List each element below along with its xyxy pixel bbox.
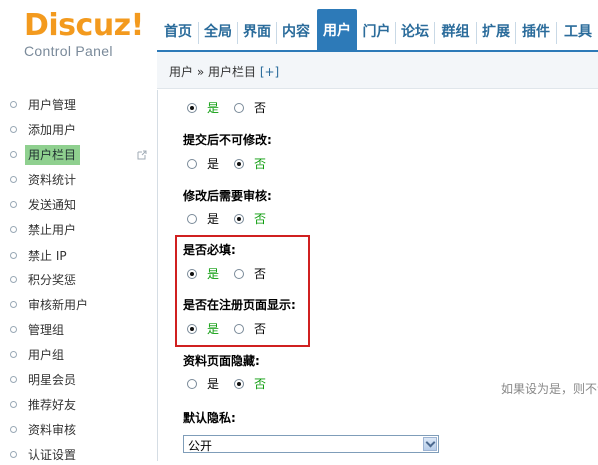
logo: Discuz! Control Panel xyxy=(24,8,144,60)
bullet-icon xyxy=(10,401,17,408)
highlight-box xyxy=(175,235,310,347)
sidebar-item-label: 管理组 xyxy=(28,323,65,337)
radio-no[interactable] xyxy=(234,103,244,113)
breadcrumb-bar: 用户 » 用户栏目 [+] xyxy=(157,50,598,89)
radio-no-label: 否 xyxy=(254,212,267,226)
sidebar-item-admin-group[interactable]: 管理组 xyxy=(10,320,155,340)
sidebar-item-label: 明星会员 xyxy=(28,373,77,387)
nav-forum[interactable]: 论坛 xyxy=(396,21,434,50)
sidebar: 用户管理 添加用户 用户栏目 资料统计 发送通知 禁止用户 禁止 IP 积分奖惩… xyxy=(0,90,157,462)
bullet-icon xyxy=(10,301,17,308)
radio-yes[interactable] xyxy=(187,159,197,169)
radio-no[interactable] xyxy=(234,379,244,389)
bullet-icon xyxy=(10,252,17,259)
bullet-icon xyxy=(10,276,17,283)
radio-yes-label: 是 xyxy=(207,101,220,115)
radio-no-label: 否 xyxy=(254,101,267,115)
sidebar-item-send-notice[interactable]: 发送通知 xyxy=(10,195,155,215)
radio-yes[interactable] xyxy=(187,214,197,224)
nav-portal[interactable]: 门户 xyxy=(358,21,395,50)
sidebar-item-label: 发送通知 xyxy=(28,198,77,212)
sidebar-item-review-new[interactable]: 审核新用户 xyxy=(10,295,155,315)
nav-global[interactable]: 全局 xyxy=(199,21,237,50)
bullet-icon xyxy=(10,351,17,358)
bullet-icon xyxy=(10,101,17,108)
nav-home[interactable]: 首页 xyxy=(158,21,198,50)
radio-no[interactable] xyxy=(234,159,244,169)
privacy-select[interactable]: 公开 xyxy=(183,435,439,453)
question-need-review: 修改后需要审核: xyxy=(183,189,272,203)
nav-user[interactable]: 用户 xyxy=(317,9,357,50)
sidebar-item-user-fields[interactable]: 用户栏目 xyxy=(10,145,155,165)
sidebar-item-label: 资料审核 xyxy=(28,423,77,437)
chevron-down-icon[interactable] xyxy=(423,437,437,451)
sidebar-item-add-user[interactable]: 添加用户 xyxy=(10,120,155,140)
sidebar-item-label: 用户栏目 xyxy=(25,145,81,165)
sidebar-item-label: 用户管理 xyxy=(28,98,77,112)
sidebar-item-profile-review[interactable]: 资料审核 xyxy=(10,420,155,440)
add-shortcut-link[interactable]: [+] xyxy=(260,65,279,79)
sidebar-item-label: 禁止用户 xyxy=(28,223,77,237)
sidebar-item-label: 认证设置 xyxy=(28,448,77,462)
nav-plugin[interactable]: 插件 xyxy=(516,21,556,50)
bullet-icon xyxy=(10,376,17,383)
hint-text: 如果设为是，则不该 xyxy=(501,382,598,396)
bullet-icon xyxy=(10,226,17,233)
logo-subtitle: Control Panel xyxy=(24,43,113,59)
logo-brand: Discuz! xyxy=(24,8,144,43)
privacy-select-value: 公开 xyxy=(188,439,213,453)
radio-yes-label: 是 xyxy=(207,377,220,391)
nav-interface[interactable]: 界面 xyxy=(238,21,276,50)
sidebar-item-ban-ip[interactable]: 禁止 IP xyxy=(10,246,155,266)
radio-no-label: 否 xyxy=(254,157,267,171)
sidebar-item-recommend-friend[interactable]: 推荐好友 xyxy=(10,395,155,415)
nav-group[interactable]: 群组 xyxy=(435,21,476,50)
breadcrumb-text: 用户 » 用户栏目 xyxy=(169,65,256,79)
radio-no[interactable] xyxy=(234,214,244,224)
sidebar-item-label: 推荐好友 xyxy=(28,398,77,412)
question-submit-readonly: 提交后不可修改: xyxy=(183,133,272,147)
bullet-icon xyxy=(10,201,17,208)
open-new-window-icon[interactable] xyxy=(137,150,147,160)
nav-divider xyxy=(556,22,557,44)
sidebar-item-label: 用户组 xyxy=(28,348,65,362)
header: Discuz! Control Panel 首页 全局 界面 内容 用户 门户 … xyxy=(0,0,598,59)
bullet-icon xyxy=(10,126,17,133)
sidebar-item-credits[interactable]: 积分奖惩 xyxy=(10,270,155,290)
radio-no-label: 否 xyxy=(254,377,267,391)
sidebar-item-user-group[interactable]: 用户组 xyxy=(10,345,155,365)
sidebar-item-label: 积分奖惩 xyxy=(28,273,77,287)
breadcrumb: 用户 » 用户栏目 [+] xyxy=(169,63,279,80)
question-hide-profile: 资料页面隐藏: xyxy=(183,354,260,368)
sidebar-item-label: 禁止 IP xyxy=(28,249,67,263)
radio-yes[interactable] xyxy=(187,103,197,113)
sidebar-item-user-manage[interactable]: 用户管理 xyxy=(10,95,155,115)
sidebar-item-label: 资料统计 xyxy=(28,173,77,187)
nav-extend[interactable]: 扩展 xyxy=(477,21,515,50)
nav-content[interactable]: 内容 xyxy=(277,21,315,50)
radio-yes-label: 是 xyxy=(207,157,220,171)
sidebar-item-ban-user[interactable]: 禁止用户 xyxy=(10,220,155,240)
sidebar-item-star-member[interactable]: 明星会员 xyxy=(10,370,155,390)
radio-yes[interactable] xyxy=(187,379,197,389)
sidebar-item-profile-stats[interactable]: 资料统计 xyxy=(10,170,155,190)
bullet-icon xyxy=(10,426,17,433)
nav-tools[interactable]: 工具 xyxy=(558,21,598,50)
question-default-privacy: 默认隐私: xyxy=(183,411,236,425)
bullet-icon xyxy=(10,451,17,458)
sidebar-item-verify-settings[interactable]: 认证设置 xyxy=(10,445,155,465)
sidebar-item-label: 审核新用户 xyxy=(28,298,89,312)
bullet-icon xyxy=(10,326,17,333)
sidebar-item-label: 添加用户 xyxy=(28,123,77,137)
bullet-icon xyxy=(10,176,17,183)
bullet-icon xyxy=(10,151,17,158)
radio-yes-label: 是 xyxy=(207,212,220,226)
